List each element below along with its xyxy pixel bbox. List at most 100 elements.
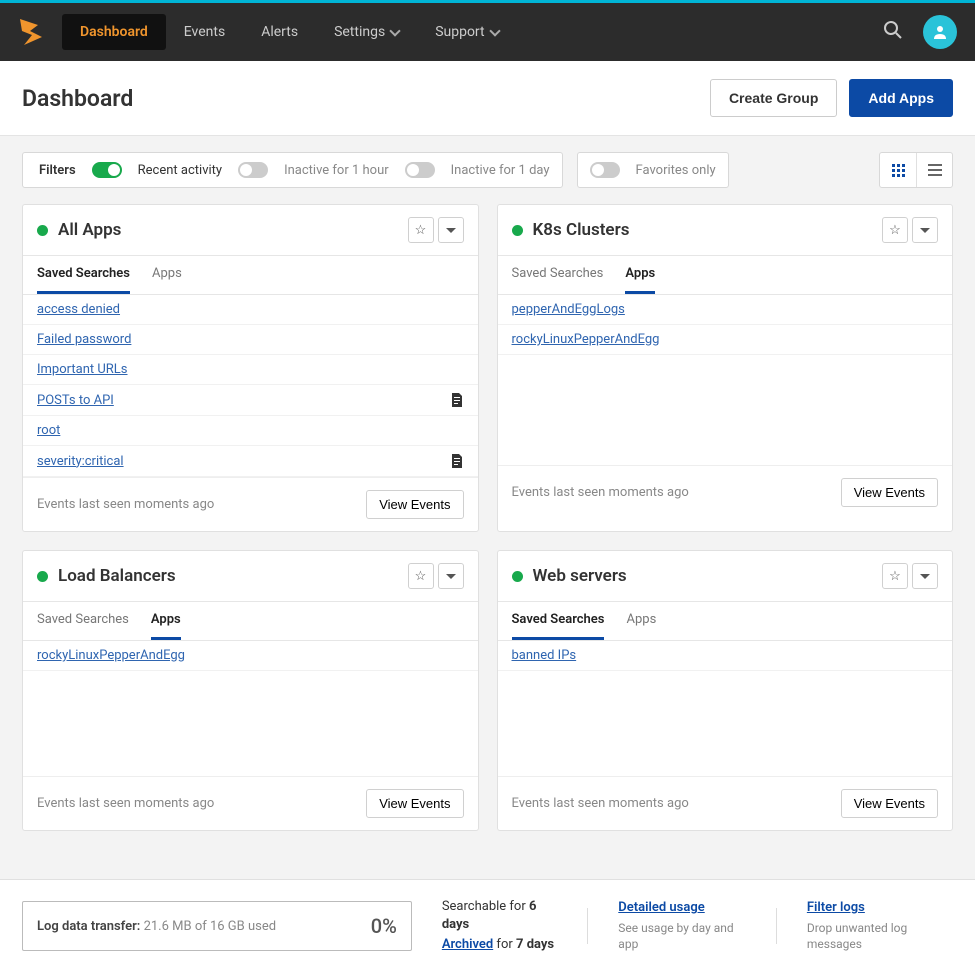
card-list: rockyLinuxPepperAndEgg xyxy=(23,641,478,776)
chevron-down-icon xyxy=(390,25,401,36)
list-icon xyxy=(928,164,942,176)
tab-saved-searches[interactable]: Saved Searches xyxy=(37,602,129,640)
view-events-button[interactable]: View Events xyxy=(366,789,463,818)
card-list: banned IPs xyxy=(498,641,953,776)
search-link[interactable]: pepperAndEggLogs xyxy=(512,302,625,317)
favorite-button[interactable]: ☆ xyxy=(408,217,434,243)
tab-saved-searches[interactable]: Saved Searches xyxy=(37,256,130,294)
card-list: pepperAndEggLogs rockyLinuxPepperAndEgg xyxy=(498,295,953,465)
list-item: pepperAndEggLogs xyxy=(498,295,953,325)
app-card: All Apps ☆ Saved Searches Apps access de… xyxy=(22,204,479,532)
search-link[interactable]: POSTs to API xyxy=(37,393,114,408)
nav-dashboard[interactable]: Dashboard xyxy=(62,14,166,50)
star-icon: ☆ xyxy=(889,569,901,584)
card-title: Web servers xyxy=(533,566,627,586)
tab-saved-searches[interactable]: Saved Searches xyxy=(512,256,604,294)
footer-bar: Log data transfer: 21.6 MB of 16 GB used… xyxy=(0,879,975,973)
view-events-button[interactable]: View Events xyxy=(841,478,938,507)
search-link[interactable]: severity:critical xyxy=(37,454,124,469)
list-item: rockyLinuxPepperAndEgg xyxy=(23,641,478,671)
search-icon[interactable] xyxy=(883,20,903,45)
toggle-inactive-1h[interactable] xyxy=(238,162,268,178)
card-title: All Apps xyxy=(58,220,121,240)
search-link[interactable]: root xyxy=(37,423,60,438)
status-dot xyxy=(37,571,48,582)
list-item: Important URLs xyxy=(23,355,478,385)
tab-apps[interactable]: Apps xyxy=(152,256,182,294)
toggle-inactive-1d[interactable] xyxy=(405,162,435,178)
card-list: access denied Failed password Important … xyxy=(23,295,478,477)
search-link[interactable]: Failed password xyxy=(37,332,131,347)
nav-alerts[interactable]: Alerts xyxy=(243,14,316,50)
card-menu-button[interactable] xyxy=(912,563,938,589)
favorite-button[interactable]: ☆ xyxy=(882,563,908,589)
archived-link[interactable]: Archived xyxy=(442,937,493,952)
list-item: rockyLinuxPepperAndEgg xyxy=(498,325,953,355)
document-icon xyxy=(450,453,464,469)
label-inactive-1d: Inactive for 1 day xyxy=(451,163,550,178)
status-dot xyxy=(512,225,523,236)
tab-saved-searches[interactable]: Saved Searches xyxy=(512,602,605,640)
toggle-favorites[interactable] xyxy=(590,162,620,178)
search-link[interactable]: Important URLs xyxy=(37,362,128,377)
page-header: Dashboard Create Group Add Apps xyxy=(0,61,975,136)
create-group-button[interactable]: Create Group xyxy=(710,79,837,117)
caret-down-icon xyxy=(920,574,930,579)
divider xyxy=(587,908,588,944)
add-apps-button[interactable]: Add Apps xyxy=(849,79,953,117)
cards-grid: All Apps ☆ Saved Searches Apps access de… xyxy=(0,204,975,853)
brand-logo xyxy=(18,17,44,47)
tab-apps[interactable]: Apps xyxy=(625,256,655,294)
filter-bar: Filters Recent activity Inactive for 1 h… xyxy=(0,136,975,204)
card-footer-text: Events last seen moments ago xyxy=(37,796,214,811)
retention-info: Searchable for 6 days Archived for 7 day… xyxy=(442,898,558,955)
view-switch xyxy=(879,152,953,188)
label-favorites: Favorites only xyxy=(636,163,716,178)
star-icon: ☆ xyxy=(415,223,427,238)
toggle-recent-activity[interactable] xyxy=(92,162,122,178)
search-link[interactable]: rockyLinuxPepperAndEgg xyxy=(512,332,660,347)
caret-down-icon xyxy=(920,228,930,233)
card-menu-button[interactable] xyxy=(912,217,938,243)
log-transfer-pct: 0% xyxy=(371,914,397,938)
search-link[interactable]: rockyLinuxPepperAndEgg xyxy=(37,648,185,663)
tab-apps[interactable]: Apps xyxy=(151,602,181,640)
label-recent-activity: Recent activity xyxy=(138,163,222,178)
detailed-usage-link[interactable]: Detailed usage xyxy=(618,899,746,917)
main-nav: Dashboard Events Alerts Settings Support xyxy=(62,14,517,50)
nav-events[interactable]: Events xyxy=(166,14,243,50)
tab-apps[interactable]: Apps xyxy=(626,602,656,640)
card-footer-text: Events last seen moments ago xyxy=(37,497,214,512)
view-events-button[interactable]: View Events xyxy=(366,490,463,519)
log-transfer-value: 21.6 MB of 16 GB used xyxy=(140,919,276,934)
favorite-button[interactable]: ☆ xyxy=(882,217,908,243)
card-menu-button[interactable] xyxy=(438,217,464,243)
search-link[interactable]: banned IPs xyxy=(512,648,577,663)
list-item: POSTs to API xyxy=(23,385,478,416)
list-view-button[interactable] xyxy=(916,153,952,187)
favorite-button[interactable]: ☆ xyxy=(408,563,434,589)
card-menu-button[interactable] xyxy=(438,563,464,589)
user-avatar[interactable] xyxy=(923,15,957,49)
app-card: Web servers ☆ Saved Searches Apps banned… xyxy=(497,550,954,831)
top-nav: Dashboard Events Alerts Settings Support xyxy=(0,3,975,61)
page-title: Dashboard xyxy=(22,85,133,112)
card-footer-text: Events last seen moments ago xyxy=(512,485,689,500)
card-title: Load Balancers xyxy=(58,566,176,586)
filter-logs-link[interactable]: Filter logs xyxy=(807,899,953,917)
nav-support[interactable]: Support xyxy=(417,14,516,50)
caret-down-icon xyxy=(446,574,456,579)
filters-label: Filters xyxy=(39,163,76,178)
search-link[interactable]: access denied xyxy=(37,302,120,317)
caret-down-icon xyxy=(446,228,456,233)
list-item: severity:critical xyxy=(23,446,478,477)
list-item: banned IPs xyxy=(498,641,953,671)
app-card: K8s Clusters ☆ Saved Searches Apps peppe… xyxy=(497,204,954,532)
grid-view-button[interactable] xyxy=(880,153,916,187)
document-icon xyxy=(450,392,464,408)
nav-settings[interactable]: Settings xyxy=(316,14,417,50)
status-dot xyxy=(512,571,523,582)
log-transfer-box: Log data transfer: 21.6 MB of 16 GB used… xyxy=(22,901,412,951)
list-item: Failed password xyxy=(23,325,478,355)
view-events-button[interactable]: View Events xyxy=(841,789,938,818)
